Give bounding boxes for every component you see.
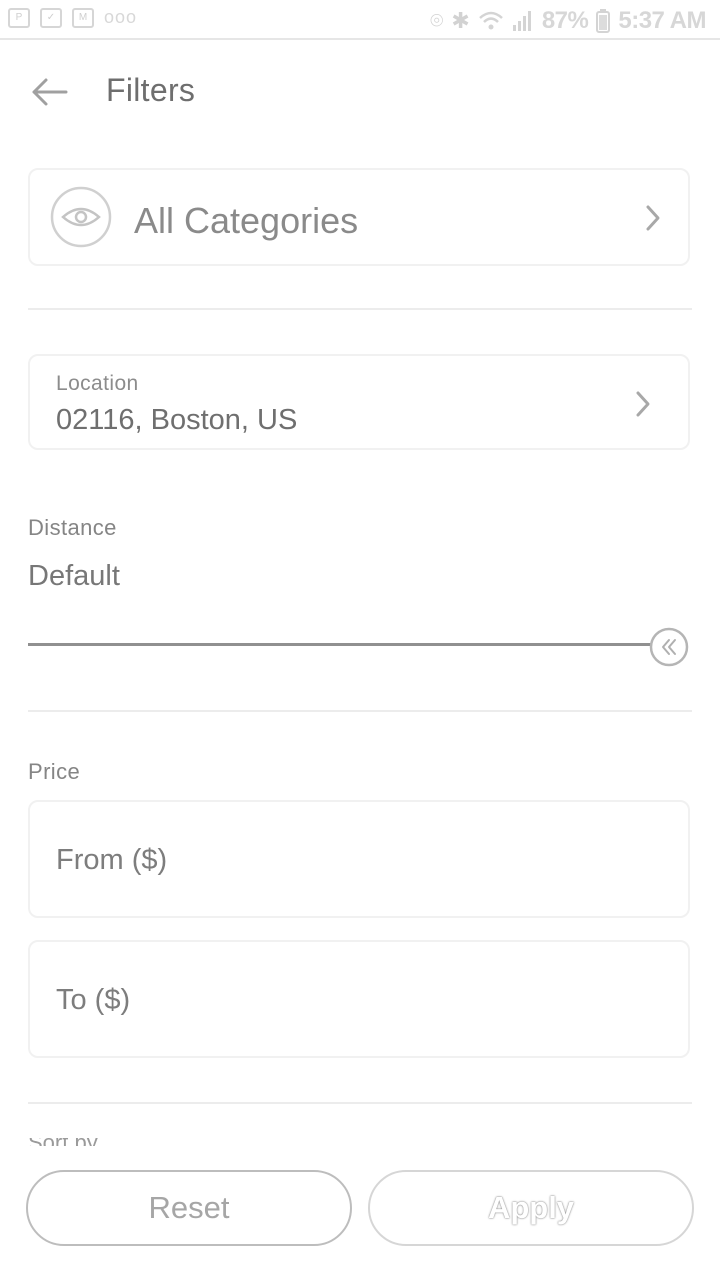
header: Filters bbox=[0, 62, 720, 124]
price-label: Price bbox=[28, 759, 81, 784]
gmail-icon: M bbox=[72, 7, 94, 28]
reset-button[interactable]: Reset bbox=[26, 1170, 352, 1246]
location-selector[interactable]: Location 02116, Boston, US bbox=[28, 354, 690, 450]
bottom-action-bar: Reset Apply bbox=[0, 1150, 720, 1280]
divider bbox=[28, 1102, 692, 1104]
distance-value: Default bbox=[28, 560, 120, 592]
more-dots-icon: ooo bbox=[104, 7, 138, 27]
chevron-right-icon bbox=[646, 205, 660, 231]
location-icon: ⌾ bbox=[430, 8, 444, 33]
back-button[interactable] bbox=[28, 74, 72, 110]
status-time: 5:37 AM bbox=[618, 7, 706, 34]
task-icon: ✓ bbox=[40, 7, 62, 28]
status-right-icons: ⌾ ✱ 87% 5:37 AM bbox=[430, 7, 706, 35]
battery-percent: 87% bbox=[541, 7, 589, 34]
price-from-input[interactable]: From ($) bbox=[28, 800, 690, 918]
arrow-left-icon bbox=[32, 78, 68, 106]
distance-slider-thumb[interactable] bbox=[649, 627, 689, 667]
divider bbox=[28, 710, 692, 712]
filters-screen: P ✓ M ooo ⌾ ✱ 87% 5:37 AM Filters All Ca… bbox=[0, 0, 720, 1280]
location-label: Location bbox=[56, 372, 139, 395]
signal-icon bbox=[512, 11, 531, 31]
wifi-icon bbox=[478, 11, 503, 30]
distance-slider-track[interactable] bbox=[28, 643, 652, 646]
location-value: 02116, Boston, US bbox=[56, 404, 298, 436]
price-to-placeholder: To ($) bbox=[56, 984, 131, 1016]
next-section-label: Sort by bbox=[28, 1138, 228, 1146]
battery-icon bbox=[596, 9, 611, 33]
next-section-label-text: Sort by bbox=[28, 1138, 98, 1146]
divider bbox=[28, 308, 692, 310]
price-from-placeholder: From ($) bbox=[56, 844, 168, 876]
apply-button[interactable]: Apply bbox=[368, 1170, 694, 1246]
status-bar: P ✓ M ooo ⌾ ✱ 87% 5:37 AM bbox=[0, 0, 720, 40]
status-left-icons: P ✓ M ooo bbox=[8, 7, 137, 28]
chevron-right-icon bbox=[636, 391, 650, 417]
photo-icon: P bbox=[8, 7, 30, 28]
eye-icon bbox=[50, 186, 112, 248]
bluetooth-icon: ✱ bbox=[451, 8, 470, 33]
category-label: All Categories bbox=[134, 200, 359, 241]
price-to-input[interactable]: To ($) bbox=[28, 940, 690, 1058]
page-title: Filters bbox=[106, 72, 196, 108]
category-selector[interactable]: All Categories bbox=[28, 168, 690, 266]
distance-label: Distance bbox=[28, 515, 117, 540]
